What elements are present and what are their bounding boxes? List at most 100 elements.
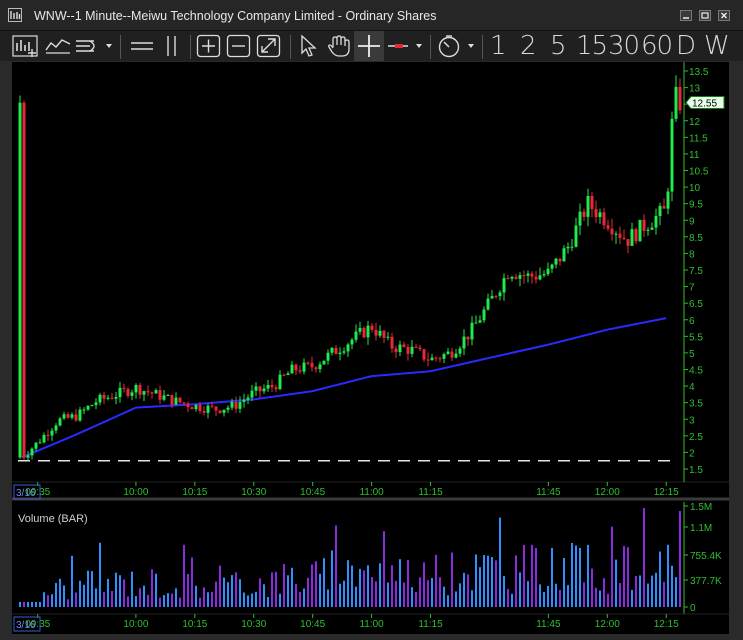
volume-axis-label: 377.7K — [690, 576, 722, 587]
candle-body — [398, 344, 402, 353]
candle-body — [146, 391, 150, 393]
vertical-line-icon[interactable] — [160, 34, 184, 58]
candle-body — [534, 276, 538, 280]
candle-body — [290, 364, 294, 374]
candle-body — [462, 336, 466, 349]
candle-body — [406, 346, 410, 354]
period-week-button[interactable]: W — [704, 32, 730, 60]
date-label: 3/16 — [16, 488, 36, 499]
candle-body — [370, 325, 374, 330]
candle-body — [322, 360, 326, 365]
candle-body — [86, 405, 90, 410]
candle-body — [378, 330, 382, 336]
candle-body — [386, 336, 390, 338]
candle-body — [326, 352, 330, 361]
chart-toolbar: 1 2 5 15 30 60 D W — [0, 31, 743, 61]
horizontal-line-icon[interactable] — [128, 34, 156, 58]
candle-body — [470, 322, 474, 340]
time-axis-label: 11:45 — [536, 487, 561, 498]
volume-time-label: 10:00 — [123, 619, 148, 630]
candle-body — [34, 442, 38, 449]
candle-body — [458, 348, 462, 354]
candle-body — [130, 392, 134, 396]
candle-body — [346, 344, 350, 352]
candle-body — [198, 404, 202, 412]
price-axis-label: 11 — [689, 150, 700, 161]
candle-body — [538, 275, 542, 280]
price-axis-label: 6.5 — [689, 299, 703, 310]
time-axis-label: 10:15 — [182, 487, 207, 498]
candle-body — [250, 390, 254, 398]
pointer-icon[interactable] — [298, 34, 320, 58]
candle-body — [594, 209, 598, 218]
candle-body — [202, 411, 206, 413]
toolbar-separator — [430, 35, 431, 59]
crosshair-icon[interactable] — [354, 31, 384, 61]
candle-body — [634, 229, 638, 242]
close-icon[interactable] — [718, 10, 730, 21]
candle-body — [102, 394, 106, 399]
volume-axis-label: 0 — [690, 603, 696, 614]
price-pane-background — [12, 62, 729, 499]
period-60-button[interactable]: 60 — [641, 32, 673, 60]
line-style-icon[interactable] — [44, 34, 72, 58]
zoom-fit-icon[interactable] — [256, 34, 284, 58]
candle-body — [466, 336, 470, 340]
candle-body — [546, 268, 550, 275]
zoom-out-icon[interactable] — [226, 34, 252, 58]
candle-body — [474, 322, 478, 324]
candle-body — [46, 434, 50, 436]
volume-axis-label: 1.5M — [690, 502, 712, 513]
candle-body — [258, 386, 262, 392]
candle-body — [550, 264, 554, 269]
minimize-icon[interactable] — [680, 10, 692, 21]
price-line-icon[interactable] — [386, 34, 426, 58]
candle-body — [330, 347, 334, 353]
title-bar[interactable]: WNW--1 Minute--Meiwu Technology Company … — [0, 0, 743, 31]
candle-body — [266, 385, 270, 389]
candle-body — [482, 309, 486, 321]
candle-body — [598, 212, 602, 218]
candle-body — [118, 387, 122, 398]
price-axis-label: 5.5 — [689, 332, 703, 343]
period-day-button[interactable]: D — [676, 32, 696, 60]
period-15-button[interactable]: 15 — [576, 32, 608, 60]
period-1-button[interactable]: 1 — [490, 32, 507, 60]
time-axis-label: 12:15 — [654, 487, 679, 498]
pan-hand-icon[interactable] — [326, 34, 352, 58]
candle-body — [414, 346, 418, 348]
period-30-button[interactable]: 30 — [608, 32, 640, 60]
candle-body — [422, 349, 426, 360]
candle-body — [554, 258, 558, 265]
period-2-button[interactable]: 2 — [520, 32, 537, 60]
indicator-menu-icon[interactable] — [74, 34, 114, 58]
clock-icon[interactable] — [436, 34, 478, 58]
price-axis-label: 7.5 — [689, 266, 703, 277]
bar-style-icon[interactable] — [12, 34, 40, 58]
candle-body — [306, 362, 310, 364]
zoom-in-icon[interactable] — [196, 34, 222, 58]
candle-body — [162, 395, 166, 400]
candle-body — [186, 403, 190, 408]
candle-body — [638, 219, 642, 242]
candle-body — [382, 330, 386, 338]
window-title: WNW--1 Minute--Meiwu Technology Company … — [34, 9, 437, 23]
toolbar-separator — [190, 35, 191, 59]
candle-body — [498, 292, 502, 297]
candle-body — [74, 414, 78, 421]
candle-body — [574, 225, 578, 247]
period-5-button[interactable]: 5 — [550, 32, 567, 60]
price-volume-chart[interactable]: 13.51312.51211.51110.5109.598.587.576.56… — [12, 62, 729, 634]
candle-body — [218, 410, 222, 413]
price-axis-label: 7 — [689, 283, 695, 294]
maximize-icon[interactable] — [699, 10, 711, 21]
candle-body — [294, 364, 298, 371]
candle-body — [170, 394, 174, 405]
price-axis-label: 6 — [689, 316, 695, 327]
candle-body — [530, 273, 534, 277]
chart-area[interactable]: 13.51312.51211.51110.5109.598.587.576.56… — [12, 62, 729, 634]
candle-body — [106, 397, 110, 399]
candle-body — [262, 388, 266, 392]
candle-body — [374, 329, 378, 336]
candle-body — [426, 359, 430, 361]
